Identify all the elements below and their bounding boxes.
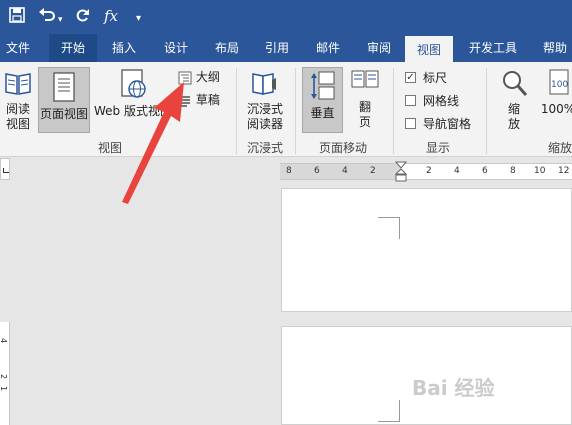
group-divider — [393, 68, 394, 154]
group-divider — [236, 68, 237, 154]
read-mode-icon — [5, 73, 31, 95]
ruler-tick-label: 2 — [0, 374, 8, 379]
ruler-tick-label: 8 — [510, 166, 516, 176]
vertical-label: 垂直 — [310, 106, 335, 120]
side-to-side-label: 翻 页 — [358, 100, 371, 129]
ruler-checkbox[interactable]: ✓ — [405, 72, 416, 83]
tab-stop-icon — [3, 168, 9, 173]
tab-file[interactable]: 文件 — [2, 34, 34, 62]
ruler-tick-label: 4 — [342, 166, 348, 176]
ruler-tick-label: 4 — [454, 166, 460, 176]
zoom-100-label: 100% — [540, 102, 572, 116]
tab-review[interactable]: 审阅 — [359, 34, 399, 62]
tab-help[interactable]: 帮助 — [535, 34, 572, 62]
ruler-tick-label: 10 — [534, 166, 546, 176]
nav-pane-checkbox[interactable] — [405, 118, 416, 129]
vertical-ruler[interactable]: 4 2 1 — [0, 322, 10, 425]
zoom-group-label: 缩放 — [548, 141, 572, 155]
tab-references[interactable]: 引用 — [257, 34, 297, 62]
ruler-tick-label: 2 — [370, 166, 376, 176]
outline-label: 大纲 — [195, 70, 220, 84]
side-to-side-icon — [351, 70, 379, 88]
watermark: Bai 经验 — [412, 376, 495, 400]
immersive-reader-button[interactable]: 沉浸式 阅读器 — [242, 68, 288, 134]
zoom-label: 缩 放 — [507, 102, 520, 131]
immersive-reader-icon — [252, 73, 276, 95]
margin-corner-mark — [378, 400, 400, 422]
undo-dropdown-icon[interactable]: ▾ — [58, 11, 63, 29]
immersive-reader-label: 沉浸式 阅读器 — [246, 102, 283, 131]
ruler-tick-label: 4 — [0, 338, 8, 343]
menu-bar: 文件 开始 插入 设计 布局 引用 邮件 审阅 视图 开发工具 帮助 — [0, 34, 572, 62]
vertical-button[interactable]: 垂直 — [302, 67, 343, 133]
print-layout-label: 页面视图 — [39, 107, 88, 121]
ruler-tick-label: 2 — [426, 166, 432, 176]
ruler-corner[interactable] — [0, 158, 10, 180]
tab-design[interactable]: 设计 — [156, 34, 196, 62]
tab-insert[interactable]: 插入 — [104, 34, 144, 62]
gridlines-checkbox[interactable] — [405, 95, 416, 106]
immersive-group-label: 沉浸式 — [246, 141, 283, 155]
print-layout-button[interactable]: 页面视图 — [38, 67, 90, 133]
show-group-label: 显示 — [425, 141, 450, 155]
fx-icon[interactable]: fx — [104, 7, 118, 25]
group-divider — [486, 68, 487, 154]
horizontal-ruler[interactable]: 8 6 4 2 2 4 6 8 10 12 — [280, 161, 572, 183]
save-icon[interactable] — [9, 7, 25, 27]
ruler-tick-label: 12 — [558, 166, 570, 176]
ruler-margin — [280, 164, 400, 179]
annotation-arrow — [122, 82, 184, 204]
tab-mailings[interactable]: 邮件 — [308, 34, 348, 62]
zoom-100-icon: 100 — [549, 69, 569, 95]
ribbon: 阅读 视图 页面视图 Web 版式视图 大纲 草稿 视图 沉浸式 阅读器 沉浸式… — [0, 62, 572, 157]
redo-icon[interactable] — [74, 7, 90, 27]
tab-developer[interactable]: 开发工具 — [462, 34, 524, 62]
indent-marker-icon[interactable] — [395, 161, 407, 183]
tab-layout[interactable]: 布局 — [207, 34, 247, 62]
margin-corner-mark — [378, 217, 400, 239]
page-move-group-label: 页面移动 — [318, 141, 367, 155]
draft-label: 草稿 — [195, 93, 220, 107]
read-mode-label: 阅读 视图 — [5, 102, 30, 131]
ruler-tick-label: 6 — [314, 166, 320, 176]
zoom-100-button[interactable]: 100 100% — [538, 68, 572, 134]
document-page[interactable] — [281, 188, 572, 312]
tab-home[interactable]: 开始 — [49, 34, 97, 62]
svg-text:100: 100 — [551, 80, 568, 90]
ruler-tick-label: 1 — [0, 386, 8, 391]
gridlines-label: 网格线 — [423, 94, 460, 108]
ruler-tick-label: 8 — [286, 166, 292, 176]
title-bar: ▾ fx ▾ — [0, 0, 572, 34]
customize-qat-icon[interactable]: ▾ — [136, 10, 141, 28]
tab-view[interactable]: 视图 — [405, 34, 453, 62]
ruler-tick-label: 6 — [482, 166, 488, 176]
undo-icon[interactable] — [38, 7, 56, 27]
nav-pane-label: 导航窗格 — [423, 117, 472, 131]
zoom-button[interactable]: 缩 放 — [496, 68, 532, 134]
read-mode-button[interactable]: 阅读 视图 — [0, 68, 36, 134]
ruler-label: 标尺 — [423, 71, 448, 85]
side-to-side-button[interactable]: 翻 页 — [346, 68, 384, 134]
vertical-icon — [310, 71, 334, 100]
print-layout-icon — [53, 72, 75, 102]
magnifier-icon — [503, 71, 528, 96]
group-divider — [295, 68, 296, 154]
